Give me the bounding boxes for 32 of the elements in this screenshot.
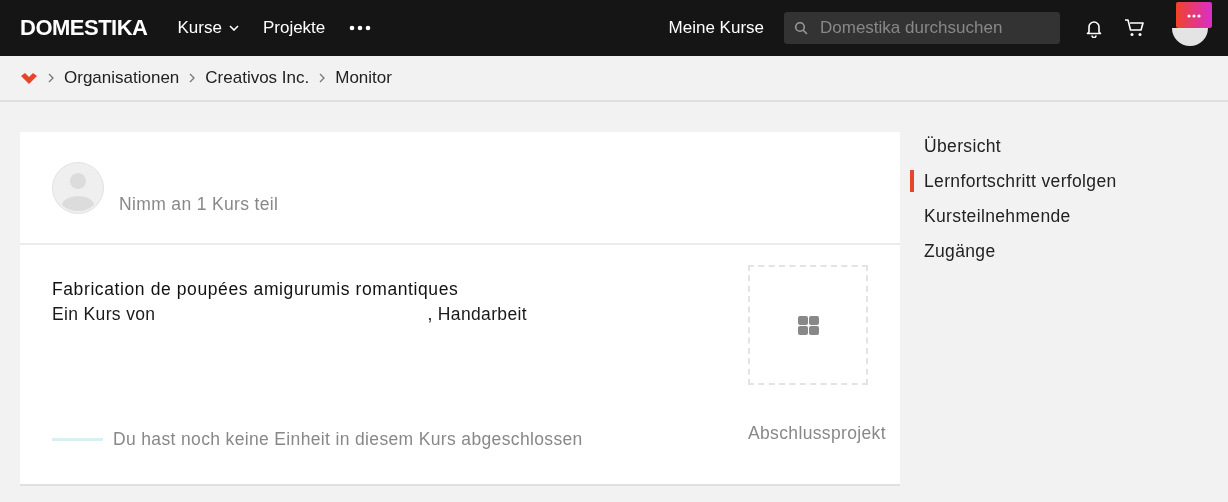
breadcrumb-link[interactable]: Creativos Inc.: [205, 68, 310, 88]
sidebar-item[interactable]: Lernfortschritt verfolgen: [910, 170, 1117, 192]
chevron-icon: [48, 73, 54, 83]
grid-icon: [797, 315, 819, 335]
course-title[interactable]: Fabrication de poupées amigurumis romantiques: [52, 279, 748, 300]
sidebar-item[interactable]: Übersicht: [910, 135, 1117, 170]
search-input[interactable]: Domestika durchsuchen: [820, 18, 1040, 38]
final-project-label: Abschlussprojekt: [748, 423, 887, 444]
more-badge-icon: [1176, 2, 1212, 28]
search-icon: [794, 21, 808, 35]
breadcrumb-link[interactable]: Organisationen: [64, 68, 180, 88]
avatar[interactable]: [1172, 28, 1208, 46]
sidebar-item[interactable]: Zugänge: [910, 240, 1117, 275]
bell-icon[interactable]: [1084, 18, 1104, 38]
courses-menu[interactable]: Kurse: [177, 18, 239, 38]
chevron-icon: [189, 73, 196, 83]
course-author-text: Ein Kurs von: [52, 304, 156, 325]
caret-icon: [228, 25, 239, 31]
more-icon[interactable]: [349, 25, 372, 31]
logo[interactable]: DOMESTIKA: [20, 15, 148, 41]
home-logo-icon[interactable]: [20, 71, 38, 85]
user-avatar-icon: [52, 162, 104, 214]
chevron-icon: [319, 73, 326, 83]
progress-text: Du hast noch keine Einheit in diesem Kurs abgeschlossen: [113, 429, 583, 450]
course-category-text: , Handarbeit: [427, 304, 527, 325]
nav-link[interactable]: Projekte: [262, 18, 326, 38]
search-field[interactable]: Domestika durchsuchen: [784, 12, 1060, 44]
breadcrumb-link[interactable]: Monitor: [335, 68, 392, 88]
cart-icon[interactable]: [1124, 18, 1146, 38]
course-count-text: Nimm an 1 Kurs teil: [119, 194, 279, 215]
my-courses-link[interactable]: Meine Kurse: [668, 18, 764, 38]
sidebar-item[interactable]: Kursteilnehmende: [910, 205, 1117, 240]
